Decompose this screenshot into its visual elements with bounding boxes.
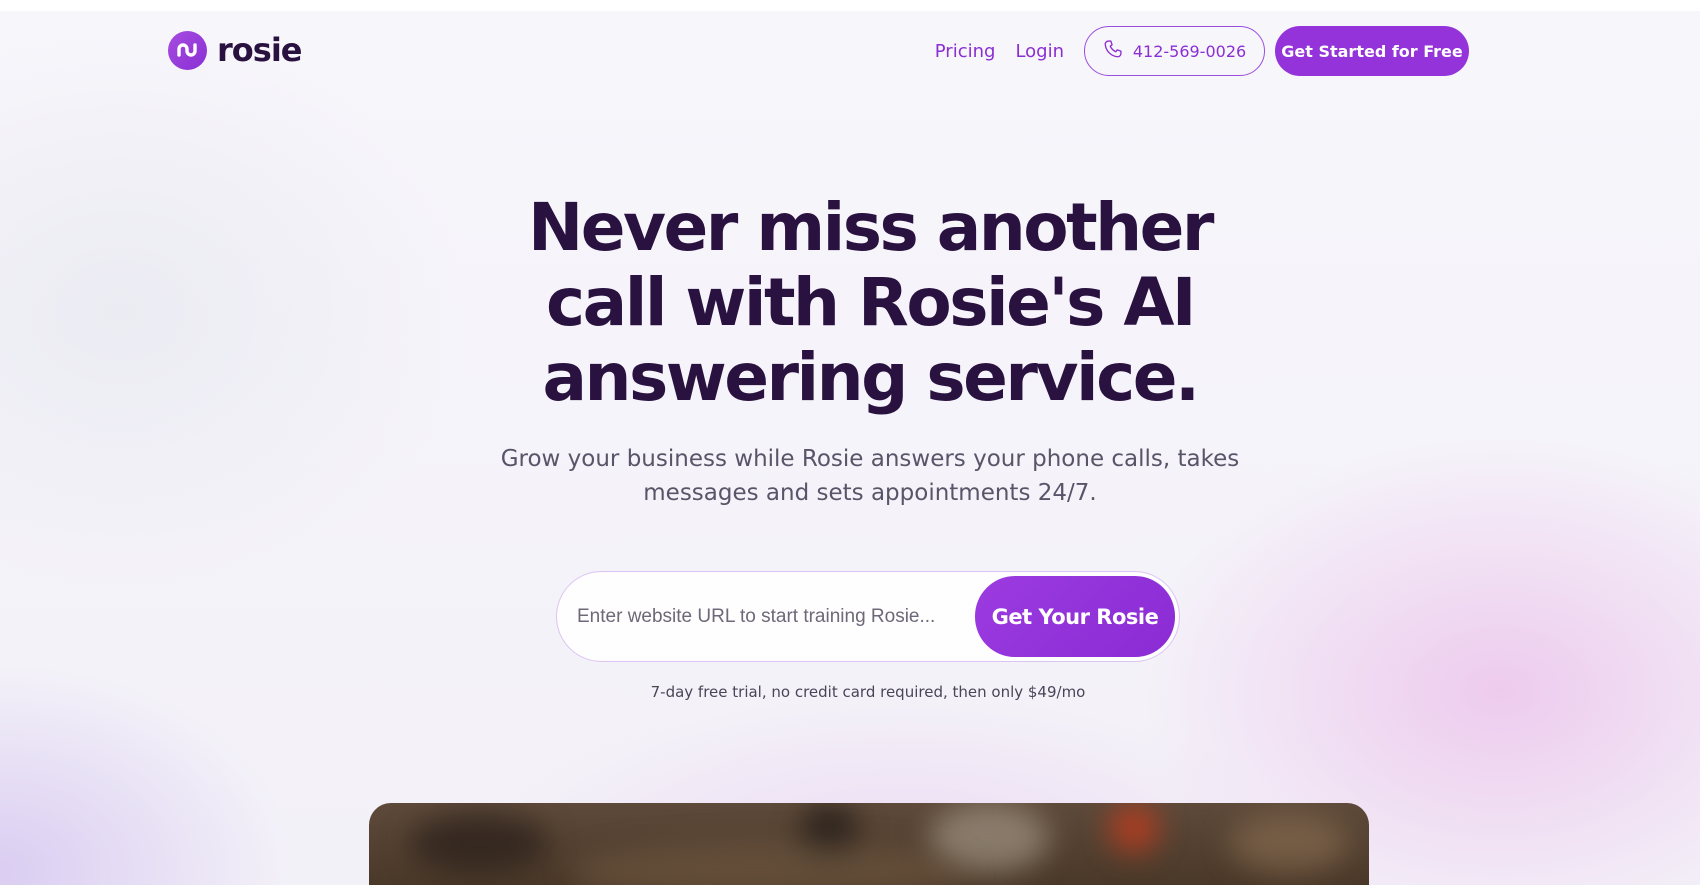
- top-strip: [0, 0, 1700, 11]
- trial-note: 7-day free trial, no credit card require…: [650, 683, 1086, 701]
- hero-title: Never miss another call with Rosie's AI …: [450, 190, 1290, 415]
- main-nav: Pricing Login 412-569-0026 Get Started f…: [935, 26, 1469, 76]
- phone-number: 412-569-0026: [1132, 41, 1247, 61]
- nav-link-pricing[interactable]: Pricing: [935, 41, 996, 62]
- get-started-button[interactable]: Get Started for Free: [1275, 26, 1469, 76]
- nav-link-login[interactable]: Login: [1015, 41, 1064, 62]
- logo-link[interactable]: rosie: [168, 30, 302, 70]
- rosie-logo-icon: [168, 30, 207, 70]
- video-preview[interactable]: [369, 803, 1369, 885]
- hero-subtitle: Grow your business while Rosie answers y…: [490, 442, 1250, 510]
- website-url-form: Get Your Rosie: [556, 571, 1180, 662]
- phone-icon: [1103, 39, 1123, 63]
- hero-title-line: Never miss another: [528, 189, 1214, 266]
- hero-subtitle-line: Grow your business while Rosie answers y…: [500, 446, 1240, 472]
- get-your-rosie-button[interactable]: Get Your Rosie: [975, 576, 1175, 657]
- hero-subtitle-line: messages and sets appointments 24/7.: [643, 480, 1097, 506]
- hero-title-line: answering service.: [542, 339, 1200, 416]
- video-blur-shape: [1109, 803, 1159, 853]
- hero-title-line: call with Rosie's AI: [546, 264, 1196, 341]
- phone-button[interactable]: 412-569-0026: [1084, 26, 1265, 76]
- video-blur-shape: [1229, 813, 1349, 873]
- video-blur-shape: [409, 813, 549, 873]
- video-blur-shape: [569, 843, 969, 885]
- logo-wordmark: rosie: [217, 31, 302, 69]
- website-url-input[interactable]: [557, 572, 975, 661]
